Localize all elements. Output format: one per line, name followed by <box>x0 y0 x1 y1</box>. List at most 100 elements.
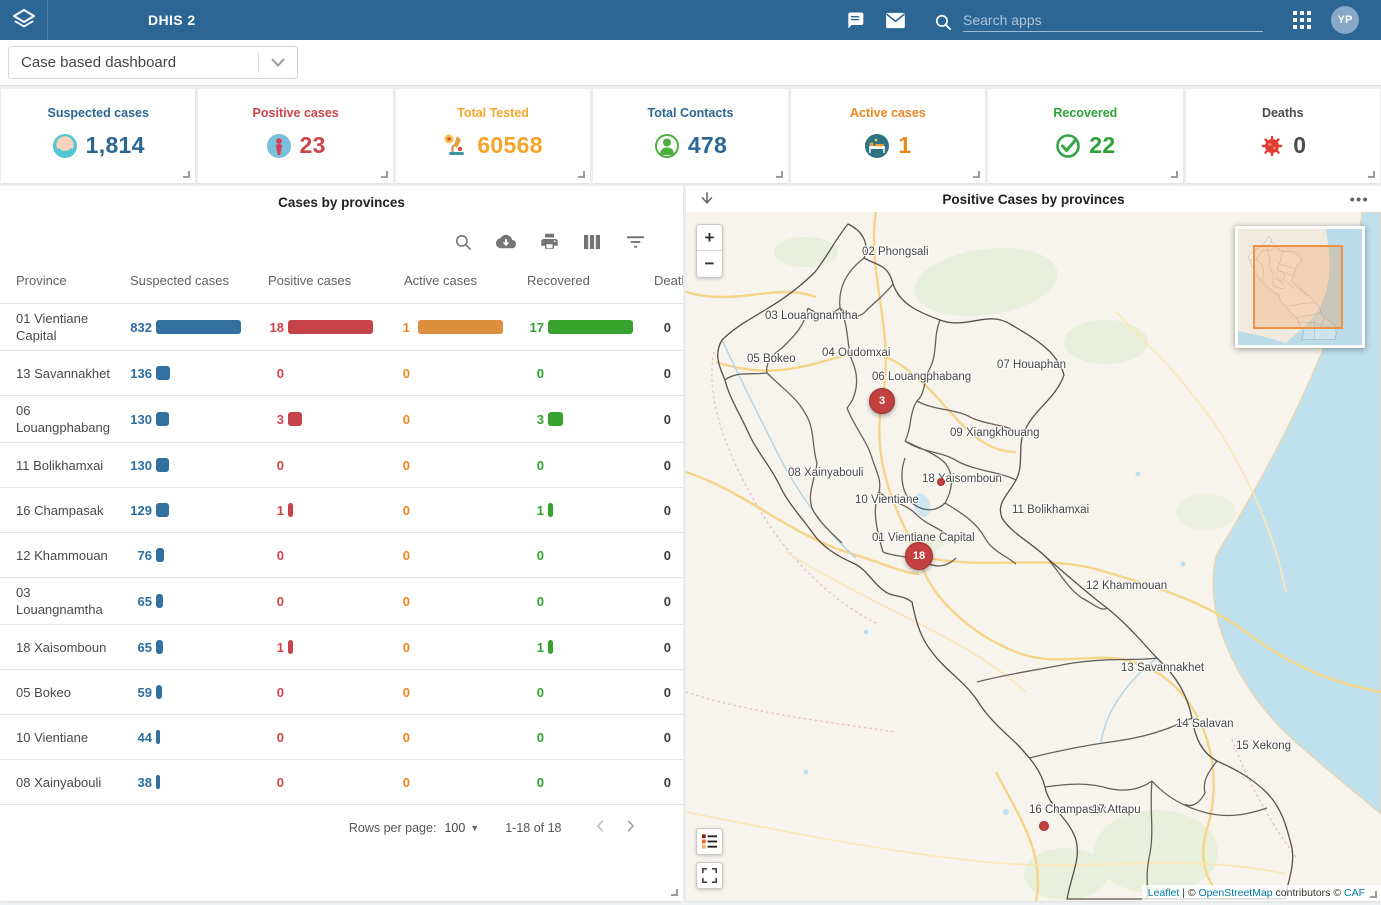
cell-deaths: 0 <box>639 366 671 381</box>
pagination-range: 1-18 of 18 <box>505 821 561 835</box>
microscope-icon <box>443 133 469 159</box>
map-attribution: Leaflet | © OpenStreetMap contributors ©… <box>1142 885 1381 901</box>
map-point-marker[interactable] <box>1039 821 1049 831</box>
cell-active: 0 <box>386 775 510 790</box>
cell-positive: 1 <box>250 640 386 655</box>
table-download-button[interactable] <box>496 232 516 252</box>
map-province-label: 14 Salavan <box>1176 718 1234 730</box>
map-point-marker[interactable] <box>937 478 945 486</box>
cell-suspected: 130 <box>114 458 250 473</box>
value-bar <box>156 548 164 562</box>
map-province-label: 18 Xaisomboun <box>922 473 1002 485</box>
cell-positive: 0 <box>250 548 386 563</box>
map-legend-button[interactable] <box>696 828 723 855</box>
card-recovered: Recovered 22 <box>988 89 1182 183</box>
hospital-bed-icon <box>864 133 890 159</box>
fullscreen-icon <box>702 868 717 883</box>
map-province-label: 03 Louangnamtha <box>765 310 858 322</box>
map-province-label: 02 Phongsali <box>862 246 929 258</box>
card-resize-handle[interactable] <box>776 171 783 178</box>
map-cluster-marker[interactable]: 18 <box>905 542 933 570</box>
avatar[interactable]: YP <box>1331 6 1359 34</box>
panel-resize-handle[interactable] <box>1370 891 1377 898</box>
chevron-left-icon <box>592 817 610 835</box>
map-province-label: 11 Bolikhamxai <box>1012 504 1089 516</box>
card-resize-handle[interactable] <box>1368 171 1375 178</box>
pagination-prev-button[interactable] <box>588 817 614 838</box>
value-bar <box>288 320 373 334</box>
chevron-down-icon <box>259 58 297 67</box>
dashboard-bar: Case based dashboard <box>0 40 1381 86</box>
search-icon <box>454 233 473 252</box>
cell-deaths: 0 <box>639 730 671 745</box>
col-header-recovered: Recovered <box>510 273 639 288</box>
app-search <box>934 8 1263 32</box>
attribution-link[interactable]: CAF <box>1344 887 1365 899</box>
map-panel-title: Positive Cases by provinces <box>686 192 1381 207</box>
cell-suspected: 832 <box>114 320 250 335</box>
table-body: 01 Vientiane Capital83218117013 Savannak… <box>0 304 683 805</box>
pagination-next-button[interactable] <box>617 817 643 838</box>
map-titlebar: Positive Cases by provinces ••• <box>686 186 1381 212</box>
map-province-label: 06 Louangphabang <box>872 371 971 383</box>
map-province-label: 09 Xiangkhouang <box>950 427 1040 439</box>
table-toolbar <box>0 210 683 258</box>
card-total-tested: Total Tested 60568 <box>396 89 590 183</box>
contact-person-icon <box>654 133 680 159</box>
map-cluster-marker[interactable]: 3 <box>869 388 895 414</box>
map-panel: Positive Cases by provinces ••• <box>686 186 1381 901</box>
apps-grid-icon[interactable] <box>1291 9 1313 31</box>
card-resize-handle[interactable] <box>973 171 980 178</box>
card-resize-handle[interactable] <box>578 171 585 178</box>
panel-resize-handle[interactable] <box>671 889 678 896</box>
attribution-link[interactable]: OpenStreetMap <box>1199 887 1273 899</box>
value-bar <box>288 503 293 517</box>
card-active-cases: Active cases 1 <box>791 89 985 183</box>
table-search-button[interactable] <box>453 232 473 252</box>
zoom-in-button[interactable]: + <box>697 225 722 251</box>
col-header-deaths: Deaths <box>639 273 683 288</box>
app-title: DHIS 2 <box>148 12 196 28</box>
attribution-link[interactable]: Leaflet <box>1148 887 1180 899</box>
cell-deaths: 0 <box>639 594 671 609</box>
map-province-label: 12 Khammouan <box>1086 580 1167 592</box>
col-header-suspected: Suspected cases <box>114 273 250 288</box>
cell-deaths: 0 <box>639 412 671 427</box>
cell-suspected: 136 <box>114 366 250 381</box>
card-positive-cases: Positive cases 23 <box>198 89 392 183</box>
card-suspected-cases: Suspected cases 1,814 <box>1 89 195 183</box>
col-header-province: Province <box>0 273 114 288</box>
value-bar <box>288 640 293 654</box>
chat-icon[interactable] <box>844 9 866 31</box>
table-pagination: Rows per page: 100 ▼ 1-18 of 18 <box>0 805 683 838</box>
map-fullscreen-button[interactable] <box>696 862 723 889</box>
card-resize-handle[interactable] <box>1171 171 1178 178</box>
cell-suspected: 76 <box>114 548 250 563</box>
table-row: 08 Xainyabouli380000 <box>0 760 683 805</box>
card-value: 22 <box>1089 132 1115 159</box>
cell-recovered: 1 <box>510 503 639 518</box>
mail-icon[interactable] <box>884 9 906 31</box>
card-resize-handle[interactable] <box>381 171 388 178</box>
zoom-out-button[interactable]: − <box>697 251 722 277</box>
attribution-text: contributors © <box>1273 887 1344 899</box>
dashboard-select[interactable]: Case based dashboard <box>8 46 298 79</box>
table-filter-button[interactable] <box>625 232 645 252</box>
cell-positive: 0 <box>250 366 386 381</box>
minimap-viewport[interactable] <box>1254 246 1342 328</box>
cell-province: 13 Savannakhet <box>0 359 114 388</box>
cell-recovered: 3 <box>510 412 639 427</box>
map-canvas[interactable]: 02 Phongsali03 Louangnamtha05 Bokeo04 Ou… <box>686 212 1381 901</box>
dhis2-logo[interactable] <box>0 0 48 40</box>
cell-active: 0 <box>386 640 510 655</box>
table-print-button[interactable] <box>539 232 559 252</box>
card-resize-handle[interactable] <box>183 171 190 178</box>
table-columns-button[interactable] <box>582 232 602 252</box>
table-row: 16 Champasak1291010 <box>0 488 683 533</box>
map-province-label: 07 Houaphan <box>997 359 1066 371</box>
value-bar <box>156 458 169 472</box>
cell-active: 0 <box>386 458 510 473</box>
minimap-inset[interactable] <box>1235 226 1365 348</box>
rows-per-page-select[interactable]: 100 ▼ <box>444 821 479 835</box>
search-apps-input[interactable] <box>963 8 1263 32</box>
